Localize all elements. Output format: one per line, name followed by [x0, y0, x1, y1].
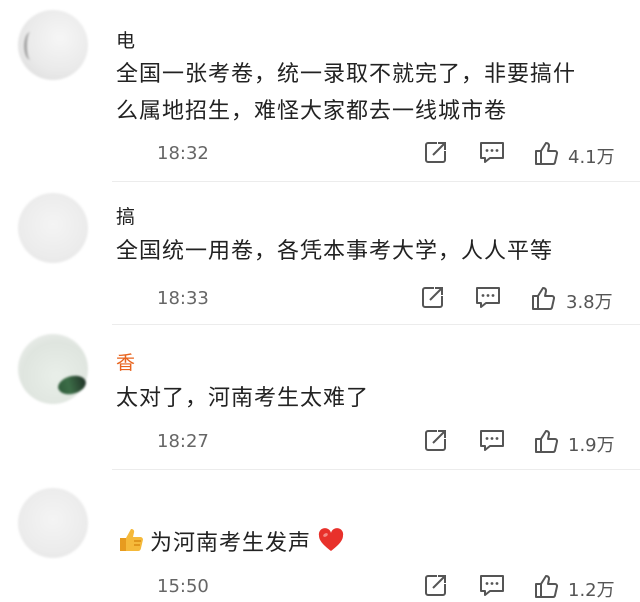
avatar[interactable]: [18, 334, 88, 404]
comment-text-content: 为河南考生发声: [150, 531, 312, 556]
share-icon[interactable]: [423, 139, 449, 169]
comment-item: 香 太对了，河南考生太难了 18:27 1.9万: [0, 330, 640, 470]
comment-item: 为河南考生发声 15:50 1.2万: [0, 476, 640, 601]
commenter-name[interactable]: 香: [116, 348, 144, 375]
comment-meta: 18:32 4.1万: [0, 139, 640, 169]
commenter-name[interactable]: 搞: [116, 202, 144, 229]
comment-text-line: 全国统一用卷，各凭本事考大学，人人平等: [116, 239, 554, 264]
divider: [112, 469, 640, 470]
thumbs-up-icon[interactable]: [533, 427, 561, 457]
comment-meta: 18:27 1.9万: [0, 427, 640, 457]
thumbs-up-icon[interactable]: [530, 284, 558, 314]
avatar[interactable]: [18, 193, 88, 263]
commenter-name[interactable]: 电: [116, 26, 144, 53]
comment-icon[interactable]: [478, 572, 506, 602]
like-count: 1.2万: [568, 580, 615, 601]
comment-text-line: 么属地招生，难怪大家都去一线城市卷: [116, 99, 508, 124]
comment-meta: 18:33 3.8万: [0, 284, 640, 314]
comment-text: 全国一张考卷，统一录取不就完了，非要搞什 么属地招生，难怪大家都去一线城市卷: [116, 56, 626, 130]
comment-text-line: 太对了，河南考生太难了: [116, 386, 370, 411]
comment-text: 全国统一用卷，各凭本事考大学，人人平等: [116, 233, 626, 270]
comment-time: 18:27: [157, 431, 209, 452]
avatar[interactable]: [18, 488, 88, 558]
comment-time: 18:32: [157, 143, 209, 164]
comment-text: 为河南考生发声: [116, 524, 626, 566]
share-icon[interactable]: [420, 284, 446, 314]
divider: [112, 324, 640, 325]
share-icon[interactable]: [423, 427, 449, 457]
comment-text: 太对了，河南考生太难了: [116, 380, 626, 417]
comment-icon[interactable]: [478, 427, 506, 457]
comment-item: 搞 全国统一用卷，各凭本事考大学，人人平等 18:33 3.8万: [0, 185, 640, 325]
share-icon[interactable]: [423, 572, 449, 602]
comment-meta: 15:50 1.2万: [0, 572, 640, 602]
comment-text-line: 全国一张考卷，统一录取不就完了，非要搞什: [116, 62, 577, 87]
heart-emoji-icon: [317, 527, 345, 565]
like-count: 1.9万: [568, 435, 615, 456]
comment-item: 电 全国一张考卷，统一录取不就完了，非要搞什 么属地招生，难怪大家都去一线城市卷…: [0, 0, 640, 182]
comment-text-line: 为河南考生发声: [116, 524, 626, 566]
divider: [112, 181, 640, 182]
comment-icon[interactable]: [474, 284, 502, 314]
comment-time: 18:33: [157, 288, 209, 309]
avatar[interactable]: [18, 10, 88, 80]
comment-time: 15:50: [157, 576, 209, 597]
like-count: 3.8万: [566, 292, 613, 313]
thumbs-up-icon[interactable]: [533, 139, 561, 169]
comment-icon[interactable]: [478, 139, 506, 169]
thumbs-up-icon[interactable]: [533, 572, 561, 602]
thumbs-up-emoji-icon: [116, 524, 146, 566]
like-count: 4.1万: [568, 147, 615, 168]
